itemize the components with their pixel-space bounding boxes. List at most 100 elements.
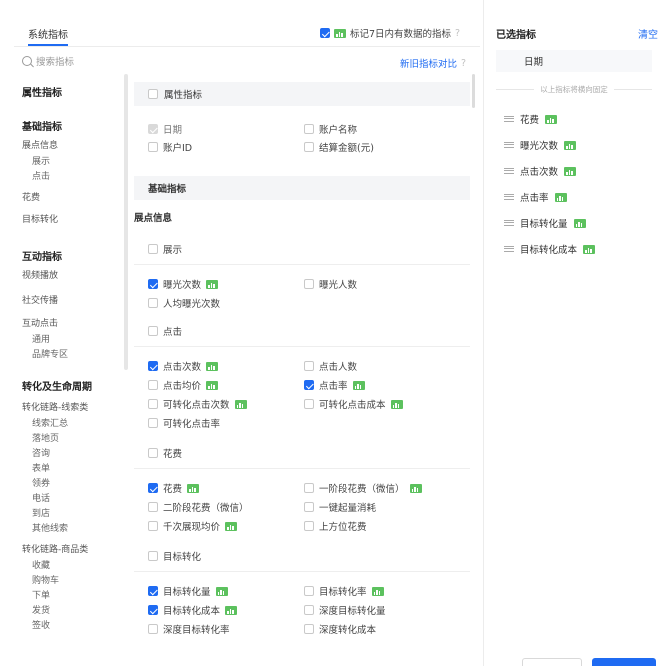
metric-ctr[interactable]: 点击率 [304,378,365,392]
metric-deep-conv-cost[interactable]: 深度转化成本 [304,622,376,636]
confirm-button[interactable] [592,658,656,666]
metric-settlement[interactable]: 结算金额(元) [304,140,374,154]
nav-item-target-conversion[interactable]: 目标转化 [22,212,58,225]
tab-system-metrics[interactable]: 系统指标 [28,26,68,41]
checkbox[interactable] [304,624,314,634]
drag-handle-icon[interactable] [504,142,514,148]
drag-handle-icon[interactable] [504,168,514,174]
checkbox[interactable] [304,483,314,493]
nav-section-attribute[interactable]: 属性指标 [22,84,62,99]
drag-handle-icon[interactable] [504,194,514,200]
help-icon[interactable]: ? [461,58,466,69]
metric-click-count[interactable]: 点击次数 [148,359,219,373]
nav-sub-other-leads[interactable]: 其他线索 [22,521,68,534]
checkbox[interactable] [304,521,314,531]
checkbox[interactable] [148,551,158,561]
subgroup-click[interactable]: 点击 [148,324,182,338]
nav-sub-favorite[interactable]: 收藏 [22,558,50,571]
checkbox[interactable] [304,399,314,409]
checkbox[interactable] [148,298,158,308]
metric-boost-spend[interactable]: 一键起量消耗 [304,500,376,514]
nav-sub-general[interactable]: 通用 [22,332,50,345]
help-icon[interactable]: ? [455,28,460,39]
metric-deep-target-rate[interactable]: 深度目标转化率 [148,622,230,636]
metric-account-name[interactable]: 账户名称 [304,122,357,136]
metric-convertible-clicks[interactable]: 可转化点击次数 [148,397,247,411]
metric-cost[interactable]: 花费 [148,481,200,495]
metric-cpm[interactable]: 千次展现均价 [148,519,238,533]
mark-recent-checkbox[interactable] [320,28,330,38]
nav-sub-store-visit[interactable]: 到店 [22,506,50,519]
nav-sub-coupon[interactable]: 领券 [22,476,50,489]
checkbox-checked[interactable] [148,605,158,615]
checkbox-checked[interactable] [304,380,314,390]
checkbox-checked[interactable] [148,361,158,371]
nav-item-social-share[interactable]: 社交传播 [22,293,58,306]
mark-recent-data-option[interactable]: 标记7日内有数据的指标 ? [320,26,460,40]
compare-old-new-link[interactable]: 新旧指标对比 ? [400,56,466,71]
checkbox-checked[interactable] [148,279,158,289]
nav-sub-cart[interactable]: 购物车 [22,573,59,586]
selected-item[interactable]: 曝光次数 [504,138,577,152]
nav-sub-receive[interactable]: 签收 [22,618,50,631]
checkbox-checked[interactable] [148,586,158,596]
metric-deep-target-count[interactable]: 深度目标转化量 [304,603,386,617]
checkbox[interactable] [304,361,314,371]
checkbox[interactable] [148,244,158,254]
nav-section-interaction[interactable]: 互动指标 [22,248,62,263]
metric-click-users[interactable]: 点击人数 [304,359,357,373]
checkbox[interactable] [304,586,314,596]
nav-item-interaction-click[interactable]: 互动点击 [22,316,58,329]
checkbox[interactable] [304,142,314,152]
checkbox[interactable] [148,418,158,428]
metric-account-id[interactable]: 账户ID [148,140,192,154]
nav-sub-lead-summary[interactable]: 线索汇总 [22,416,68,429]
checkbox[interactable] [148,448,158,458]
nav-item-lead-chain[interactable]: 转化链路-线索类 [22,400,88,413]
nav-item-video-play[interactable]: 视频播放 [22,268,58,281]
checkbox[interactable] [148,380,158,390]
nav-sub-brand-zone[interactable]: 品牌专区 [22,347,68,360]
nav-sub-phone[interactable]: 电话 [22,491,50,504]
subgroup-show[interactable]: 展示 [148,242,182,256]
search-input[interactable]: 搜索指标 [22,54,74,68]
checkbox[interactable] [148,142,158,152]
checkbox[interactable] [304,124,314,134]
metric-click-avg-price[interactable]: 点击均价 [148,378,219,392]
subgroup-cost[interactable]: 花费 [148,446,182,460]
checkbox[interactable] [148,399,158,409]
selected-item[interactable]: 点击率 [504,190,567,204]
group-header-attribute[interactable]: 属性指标 [134,82,470,106]
metric-top-position-cost[interactable]: 上方位花费 [304,519,367,533]
nav-item-exposure-click[interactable]: 展点信息 [22,138,58,151]
checkbox-checked[interactable] [148,483,158,493]
drag-handle-icon[interactable] [504,246,514,252]
metric-target-conv-count[interactable]: 目标转化量 [148,584,228,598]
nav-item-cost[interactable]: 花费 [22,190,40,203]
subgroup-target-conversion[interactable]: 目标转化 [148,549,201,563]
checkbox[interactable] [148,326,158,336]
metric-target-conv-rate[interactable]: 目标转化率 [304,584,384,598]
selected-item[interactable]: 目标转化成本 [504,242,596,256]
nav-sub-form[interactable]: 表单 [22,461,50,474]
metric-convertible-click-cost[interactable]: 可转化点击成本 [304,397,403,411]
metric-stage1-cost[interactable]: 一阶段花费（微信） [304,481,422,495]
nav-sub-click[interactable]: 点击 [22,169,50,182]
nav-sub-ship[interactable]: 发货 [22,603,50,616]
checkbox[interactable] [148,624,158,634]
list-scrollbar[interactable] [472,74,475,108]
checkbox[interactable] [148,521,158,531]
checkbox[interactable] [148,502,158,512]
nav-item-goods-chain[interactable]: 转化链路-商品类 [22,542,88,555]
checkbox[interactable] [304,279,314,289]
nav-scrollbar[interactable] [124,74,128,370]
metric-avg-exposure[interactable]: 人均曝光次数 [148,296,220,310]
nav-sub-order[interactable]: 下单 [22,588,50,601]
metric-exposure-users[interactable]: 曝光人数 [304,277,357,291]
checkbox[interactable] [304,605,314,615]
drag-handle-icon[interactable] [504,116,514,122]
cancel-button[interactable] [522,658,582,666]
nav-sub-show[interactable]: 展示 [22,154,50,167]
metric-convertible-click-rate[interactable]: 可转化点击率 [148,416,220,430]
selected-item[interactable]: 花费 [504,112,558,126]
